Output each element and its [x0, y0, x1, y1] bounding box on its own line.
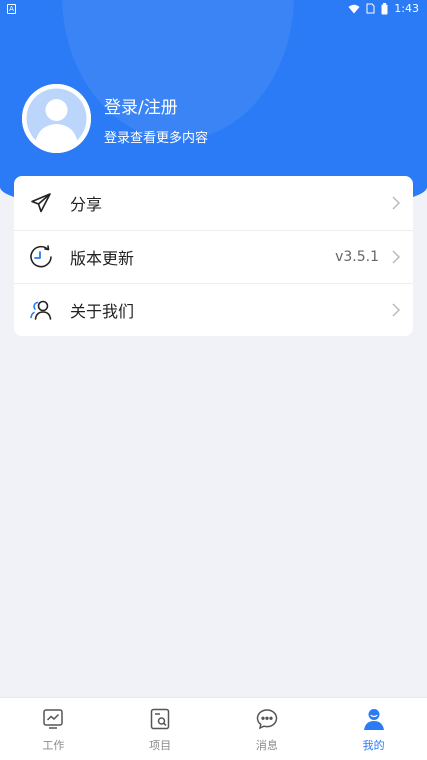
tab-projects[interactable]: 项目 [107, 698, 214, 760]
chat-bubble-icon [256, 709, 278, 730]
menu-item-label: 关于我们 [70, 302, 135, 322]
tab-label: 我的 [362, 739, 385, 752]
tab-mine[interactable]: 我的 [320, 698, 427, 760]
login-register-link[interactable]: 登录/注册 [104, 93, 178, 118]
battery-icon [381, 2, 388, 14]
tab-label: 消息 [255, 739, 278, 752]
menu-item-label: 版本更新 [70, 248, 135, 268]
chevron-right-icon [392, 303, 401, 317]
menu-item-version-update[interactable]: 版本更新 v3.5.1 [14, 229, 413, 284]
menu-item-label: 分享 [70, 194, 103, 214]
login-hint: 登录查看更多内容 [104, 131, 209, 146]
default-avatar-icon [22, 84, 91, 153]
status-bar: A 1:43 [0, 0, 427, 18]
person-icon [363, 709, 384, 730]
menu-item-about-us[interactable]: 关于我们 [14, 283, 413, 337]
bottom-tab-bar: 工作 项目 消息 我的 [0, 697, 427, 760]
sim-icon [366, 3, 375, 14]
chart-monitor-icon [43, 709, 64, 729]
header-decoration [62, 0, 294, 140]
tab-label: 工作 [42, 739, 65, 752]
tab-label: 项目 [149, 739, 172, 752]
wifi-icon [348, 4, 360, 13]
refresh-clock-icon [28, 244, 54, 270]
chevron-right-icon [392, 250, 401, 264]
avatar[interactable] [22, 84, 91, 153]
menu-item-share[interactable]: 分享 [14, 176, 413, 230]
menu-card: 分享 版本更新 v3.5.1 关于我们 [14, 176, 413, 336]
paper-plane-icon [28, 190, 54, 216]
tab-work[interactable]: 工作 [0, 698, 107, 760]
chevron-right-icon [392, 196, 401, 210]
document-search-icon [150, 708, 170, 730]
status-time: 1:43 [394, 2, 419, 15]
users-icon [28, 297, 54, 323]
notification-icon: A [7, 4, 16, 14]
version-value: v3.5.1 [335, 248, 379, 265]
tab-messages[interactable]: 消息 [214, 698, 321, 760]
